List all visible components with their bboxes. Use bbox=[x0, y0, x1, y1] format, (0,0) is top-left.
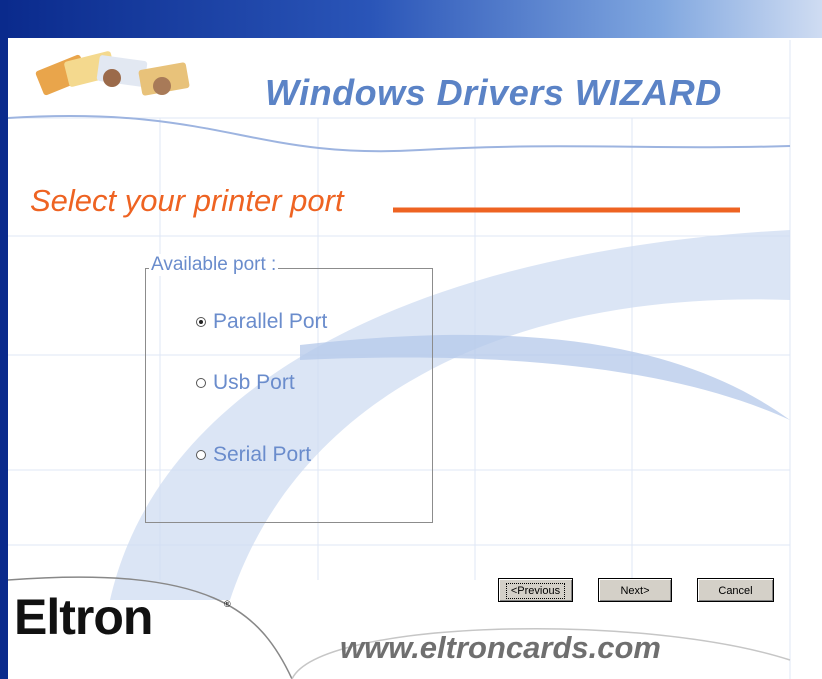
registered-mark: ® bbox=[224, 599, 231, 609]
eltron-logo: Eltron bbox=[14, 589, 153, 645]
page-title: Windows Drivers WIZARD bbox=[265, 72, 722, 113]
radio-unchecked-icon[interactable] bbox=[196, 450, 206, 460]
available-port-groupbox bbox=[145, 268, 433, 523]
next-button[interactable]: Next> bbox=[598, 578, 672, 602]
radio-unchecked-icon[interactable] bbox=[196, 378, 206, 388]
serial-port-label: Serial Port bbox=[213, 443, 312, 466]
parallel-port-label: Parallel Port bbox=[213, 310, 328, 333]
cancel-button-label: Cancel bbox=[718, 585, 753, 597]
wizard-window: Windows Drivers WIZARD Select your print… bbox=[0, 0, 822, 679]
header-divider-curve bbox=[7, 115, 791, 153]
previous-button-label: <Previous bbox=[505, 583, 566, 599]
cards-logo-icon bbox=[35, 51, 190, 96]
usb-port-radio[interactable]: Usb Port bbox=[196, 371, 295, 395]
next-button-label: Next> bbox=[620, 585, 650, 597]
radio-checked-icon[interactable] bbox=[196, 317, 206, 327]
previous-button[interactable]: <Previous bbox=[498, 578, 573, 602]
footer-url: www.eltroncards.com bbox=[340, 630, 661, 665]
serial-port-radio[interactable]: Serial Port bbox=[196, 443, 311, 467]
parallel-port-radio[interactable]: Parallel Port bbox=[196, 310, 327, 334]
usb-port-label: Usb Port bbox=[213, 371, 295, 394]
cancel-button[interactable]: Cancel bbox=[697, 578, 774, 602]
section-title: Select your printer port bbox=[30, 183, 344, 218]
groupbox-legend: Available port : bbox=[149, 254, 279, 276]
